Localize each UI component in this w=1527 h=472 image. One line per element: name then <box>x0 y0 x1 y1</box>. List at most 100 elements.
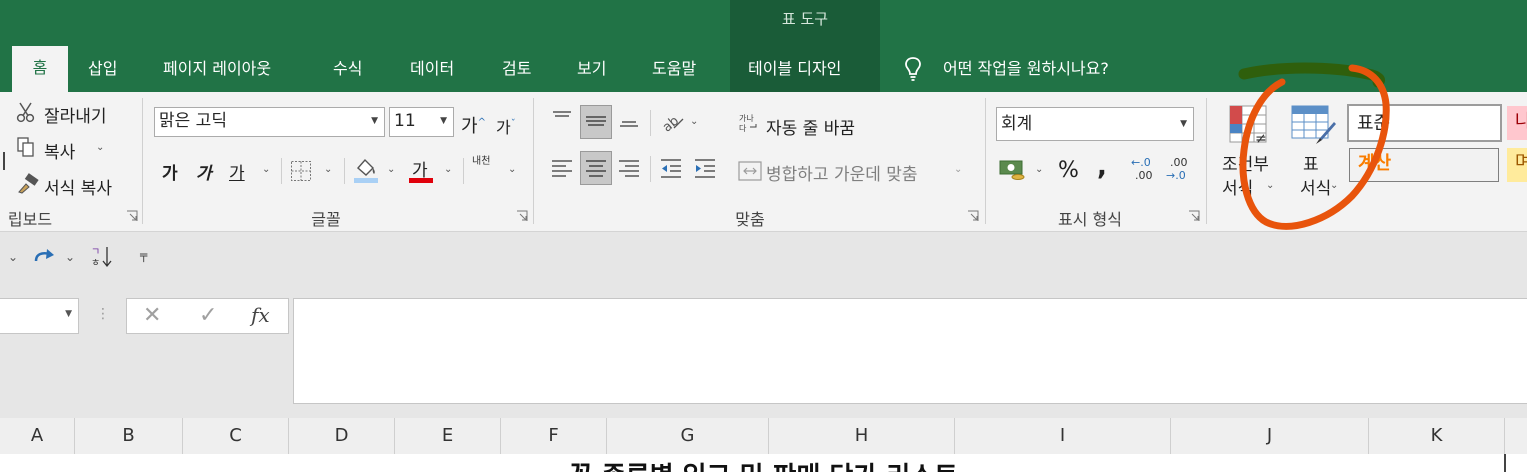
decrease-decimal-button[interactable]: .00 →.0 <box>1166 156 1196 182</box>
chevron-down-icon[interactable]: ⌄ <box>444 164 452 175</box>
style-calculation[interactable]: 계산 <box>1349 148 1499 182</box>
increase-decimal-bottom: .00 <box>1135 169 1153 182</box>
formula-input[interactable] <box>293 298 1527 404</box>
font-size-value: 11 <box>394 111 416 131</box>
customize-qat-icon[interactable]: ╤ <box>140 248 147 262</box>
chevron-down-icon[interactable]: ▼ <box>65 309 72 319</box>
chevron-down-icon[interactable]: ⌄ <box>1035 164 1043 175</box>
align-middle-icon <box>586 116 606 126</box>
borders-icon[interactable] <box>290 160 312 182</box>
tab-table-design[interactable]: 테이블 디자인 <box>748 56 841 82</box>
column-header-a[interactable]: A <box>0 418 75 454</box>
column-header-d[interactable]: D <box>289 418 395 454</box>
column-header-g[interactable]: G <box>607 418 769 454</box>
align-right-icon[interactable] <box>616 156 642 182</box>
column-header-f[interactable]: F <box>501 418 607 454</box>
resize-handle-icon[interactable]: ⋮ <box>96 306 110 322</box>
style-neutral[interactable]: 며 <box>1507 148 1527 182</box>
insert-function-icon[interactable]: fx <box>251 303 270 327</box>
font-name-dropdown[interactable]: 맑은 고딕 ▼ <box>154 107 385 137</box>
column-header-h[interactable]: H <box>769 418 955 454</box>
italic-button[interactable]: 가 <box>196 159 212 184</box>
column-header-b[interactable]: B <box>75 418 183 454</box>
caret-down-icon: ˇ <box>510 118 516 130</box>
dialog-launcher-icon[interactable] <box>967 210 979 222</box>
dialog-launcher-icon[interactable] <box>126 210 138 222</box>
dialog-launcher-icon[interactable] <box>1188 210 1200 222</box>
context-tab-group-label: 표 도구 <box>781 10 829 28</box>
increase-indent-icon[interactable] <box>692 156 718 182</box>
accounting-format-icon[interactable] <box>998 158 1028 182</box>
font-color-button[interactable]: 가 <box>409 156 435 184</box>
number-group-label: 표시 형식 <box>1058 210 1122 229</box>
cancel-icon[interactable]: ✕ <box>143 303 161 328</box>
redo-icon[interactable] <box>32 246 58 268</box>
align-top-icon[interactable] <box>549 106 575 132</box>
format-as-table-button[interactable]: 표 서식 ⌄ <box>1290 100 1342 204</box>
tab-page-layout[interactable]: 페이지 레이아웃 <box>163 56 271 82</box>
column-header-e[interactable]: E <box>395 418 501 454</box>
enter-icon[interactable]: ✓ <box>199 303 217 328</box>
chevron-down-icon[interactable]: ⌄ <box>8 250 18 264</box>
format-as-table-icon <box>1291 105 1336 144</box>
tell-me-search[interactable]: 어떤 작업을 원하시나요? <box>943 56 1109 82</box>
bold-button[interactable]: 가 <box>162 159 178 184</box>
tab-insert[interactable]: 삽입 <box>88 56 117 82</box>
phonetic-guide-button[interactable]: 내천 <box>472 156 496 168</box>
align-left-icon[interactable] <box>549 156 575 182</box>
column-header-next[interactable] <box>1505 418 1527 454</box>
chevron-down-icon[interactable]: ⌄ <box>508 164 516 175</box>
dialog-launcher-icon[interactable] <box>516 210 528 222</box>
chevron-down-icon[interactable]: ⌄ <box>690 116 698 127</box>
grow-font-button[interactable]: 가^ <box>461 112 486 138</box>
format-as-table-label-top: 표 <box>1303 155 1319 175</box>
percent-style-button[interactable]: % <box>1058 158 1079 183</box>
style-bad-label: 나 <box>1515 111 1527 132</box>
orientation-icon[interactable]: ab <box>658 108 686 134</box>
comma-style-button[interactable]: , <box>1097 152 1107 182</box>
chevron-down-icon[interactable]: ⌄ <box>65 250 75 264</box>
align-center-icon <box>586 160 606 177</box>
tab-help[interactable]: 도움말 <box>652 56 696 82</box>
increase-decimal-button[interactable]: ←.0 .00 <box>1131 156 1161 182</box>
tab-data[interactable]: 데이터 <box>410 56 454 82</box>
format-as-table-label-bottom: 서식 <box>1300 179 1332 199</box>
chevron-down-icon[interactable]: ⌄ <box>262 164 270 175</box>
font-size-dropdown[interactable]: 11 ▼ <box>389 107 454 137</box>
fill-color-icon[interactable] <box>353 156 379 184</box>
tab-home[interactable]: 홈 <box>12 46 68 92</box>
decrease-indent-icon[interactable] <box>658 156 684 182</box>
conditional-formatting-button[interactable]: ≠ 조건부 서식 ⌄ <box>1218 100 1280 204</box>
worksheet-grid[interactable]: 꽃 종류별 입고 및 판매 단가 리스트 <box>0 454 1527 472</box>
chevron-down-icon[interactable]: ⌄ <box>387 164 395 175</box>
grow-font-label: 가 <box>461 116 478 137</box>
underline-button[interactable]: 가 <box>229 159 245 184</box>
shrink-font-button[interactable]: 가ˇ <box>496 114 516 138</box>
tab-review[interactable]: 검토 <box>502 56 531 82</box>
caret-up-icon: ^ <box>477 117 486 128</box>
wrap-text-button[interactable]: 가나 다 자동 줄 바꿈 <box>738 112 878 139</box>
quick-access-toolbar: ⌄ ⌄ ㄱ ㅎ ╤ <box>0 232 1527 296</box>
sort-icon[interactable]: ㄱ ㅎ <box>90 244 116 270</box>
copy-button[interactable]: 복사 ⌄ <box>16 136 126 163</box>
align-bottom-icon[interactable] <box>616 106 642 132</box>
chevron-down-icon[interactable]: ⌄ <box>96 142 104 153</box>
column-header-i[interactable]: I <box>955 418 1171 454</box>
paste-button-edge[interactable] <box>3 152 5 170</box>
style-bad[interactable]: 나 <box>1507 106 1527 140</box>
align-center-button[interactable] <box>580 151 612 185</box>
name-box[interactable]: ▼ <box>0 298 79 334</box>
svg-text:ㄱ: ㄱ <box>91 247 100 258</box>
divider <box>281 158 282 184</box>
column-header-k[interactable]: K <box>1369 418 1505 454</box>
number-format-dropdown[interactable]: 회계 ▼ <box>996 107 1194 141</box>
style-normal[interactable]: 표준 <box>1347 104 1502 142</box>
chevron-down-icon[interactable]: ⌄ <box>324 164 332 175</box>
group-divider <box>533 98 534 224</box>
merge-center-button[interactable]: 병합하고 가운데 맞춤 ⌄ <box>738 158 968 185</box>
column-header-c[interactable]: C <box>183 418 289 454</box>
align-middle-button[interactable] <box>580 105 612 139</box>
tab-view[interactable]: 보기 <box>577 56 606 82</box>
column-header-j[interactable]: J <box>1171 418 1369 454</box>
tab-formulas[interactable]: 수식 <box>333 56 362 82</box>
